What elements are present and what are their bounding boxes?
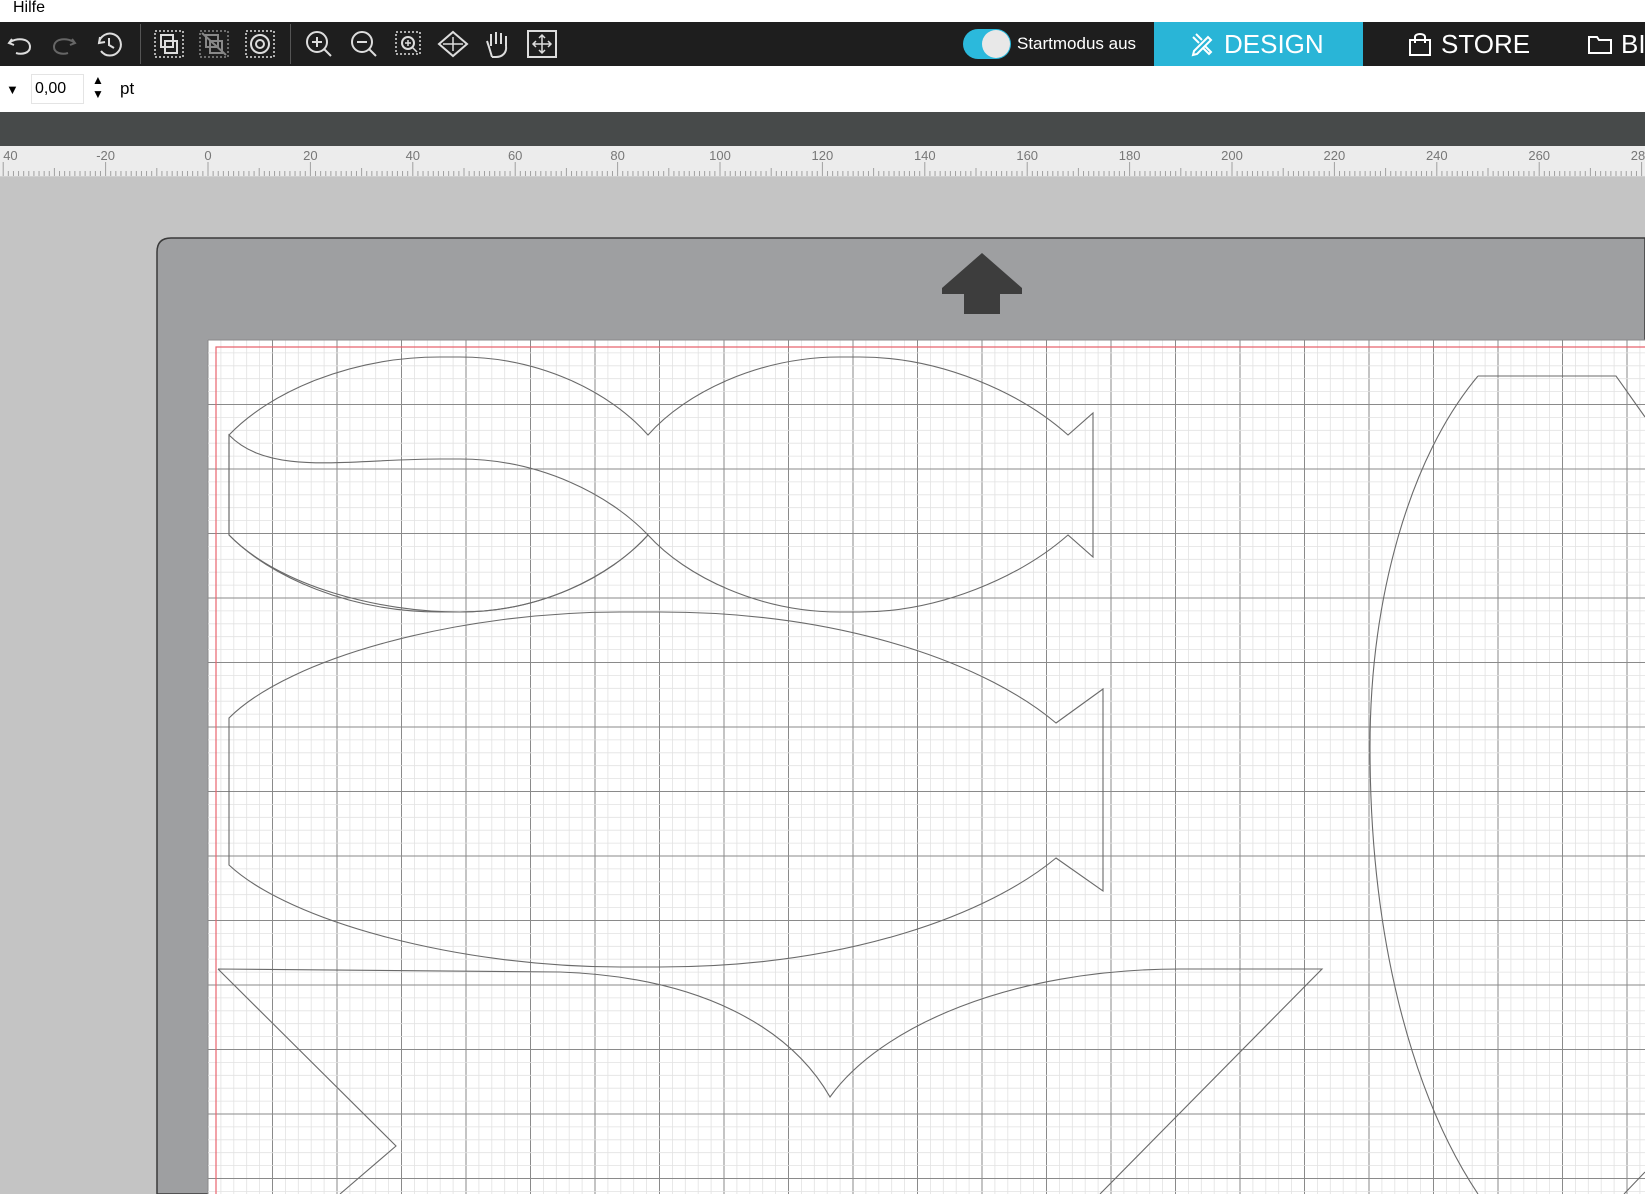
pencil-ruler-icon xyxy=(1191,33,1213,57)
toolbar xyxy=(0,22,1645,66)
zoom-out-icon[interactable] xyxy=(348,29,380,59)
toolbar-separator xyxy=(140,24,141,64)
zoom-fit-icon[interactable] xyxy=(393,29,425,59)
toggle-knob xyxy=(982,30,1010,58)
ungroup-icon[interactable] xyxy=(198,29,230,59)
undo-icon[interactable] xyxy=(4,29,36,59)
tab-design-label: DESIGN xyxy=(1224,28,1324,59)
folder-icon xyxy=(1588,36,1612,54)
ruler-tick-label: 20 xyxy=(303,148,317,163)
ruler-tick-label: 40 xyxy=(406,148,420,163)
ruler-tick-label: 80 xyxy=(610,148,624,163)
redo-icon[interactable] xyxy=(48,29,80,59)
tab-store[interactable]: STORE xyxy=(1407,22,1530,66)
dropdown-arrow-icon[interactable]: ▼ xyxy=(6,82,19,97)
design-canvas[interactable] xyxy=(0,177,1645,1194)
group-icon[interactable] xyxy=(153,29,185,59)
ruler-ticks: 40 -20 0 20 40 60 80 100 120 140 160 180 200 220 240 26… xyxy=(2,148,1645,176)
ruler-tick-label: 0 xyxy=(204,148,211,163)
fit-page-icon[interactable] xyxy=(526,29,558,59)
ruler-tick-label: 40 xyxy=(3,148,17,163)
menu-bar: Hilfe xyxy=(0,0,1645,22)
line-width-stepper[interactable]: ▲ ▼ xyxy=(92,73,104,101)
pan-icon[interactable] xyxy=(437,29,469,59)
ruler-tick-label: 100 xyxy=(709,148,731,163)
start-mode-toggle[interactable] xyxy=(963,29,1011,59)
tab-store-label: STORE xyxy=(1441,28,1531,59)
cutting-area xyxy=(208,340,1645,1194)
ruler-tick-label: 280 xyxy=(1631,148,1645,163)
hand-icon[interactable] xyxy=(482,29,514,59)
ruler-tick-label: 160 xyxy=(1016,148,1038,163)
ruler-tick-label: 240 xyxy=(1426,148,1448,163)
menu-help[interactable]: Hilfe xyxy=(13,0,45,17)
shopping-bag-icon xyxy=(1409,33,1431,56)
zoom-in-icon[interactable] xyxy=(303,29,335,59)
tab-design[interactable]: DESIGN xyxy=(1154,22,1363,66)
ruler-tick-label: 200 xyxy=(1221,148,1243,163)
compound-path-icon[interactable] xyxy=(244,29,276,59)
ruler-tick-label: 60 xyxy=(508,148,522,163)
ruler-tick-label: -20 xyxy=(96,148,115,163)
line-width-input[interactable]: 0,00 xyxy=(31,74,84,104)
ruler-tick-label: 140 xyxy=(914,148,936,163)
ruler-tick-label: 120 xyxy=(812,148,834,163)
ruler-tick-label: 260 xyxy=(1528,148,1550,163)
tab-library-label: BI xyxy=(1621,28,1645,59)
start-mode-label: Startmodus aus xyxy=(1017,34,1137,53)
ruler-tick-label: 220 xyxy=(1324,148,1346,163)
ruler-tick-label: 180 xyxy=(1119,148,1141,163)
line-width-unit: pt xyxy=(120,79,135,98)
toolbar-separator xyxy=(290,24,291,64)
tab-library[interactable]: BI xyxy=(1587,22,1645,66)
horizontal-ruler[interactable]: 40 -20 0 20 40 60 80 100 120 140 160 180 200 220 240 26… xyxy=(0,146,1645,177)
panel-header-strip xyxy=(0,112,1645,146)
line-properties-bar: ▼ 0,00 ▲ ▼ pt xyxy=(0,66,1645,112)
history-icon[interactable] xyxy=(92,29,124,59)
